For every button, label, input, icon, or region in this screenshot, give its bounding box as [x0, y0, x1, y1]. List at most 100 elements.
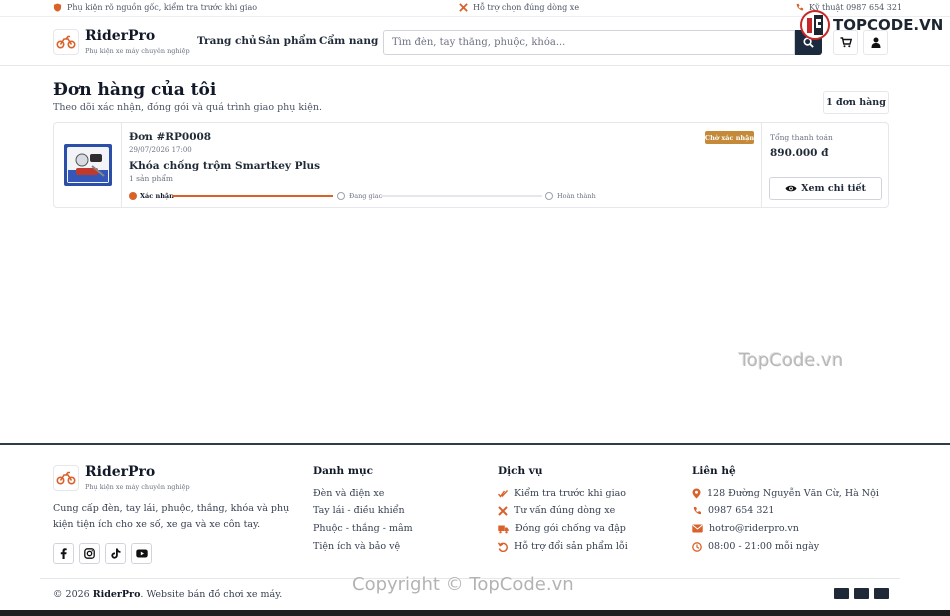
step-label-completed: Hoàn thành — [557, 192, 596, 200]
footer-motorbike-icon — [56, 471, 76, 485]
view-detail-button[interactable]: Xem chi tiết — [769, 177, 882, 200]
topbar-support-text: Hỗ trợ chọn đúng dòng xe — [473, 3, 580, 12]
cash-icon — [874, 588, 889, 599]
watermark-bottom: Copyright © TopCode.vn — [352, 574, 574, 595]
footer-category-link[interactable]: Tiện ích và bảo vệ — [313, 541, 400, 552]
envelope-icon — [692, 524, 703, 533]
footer-services-title: Dịch vụ — [498, 465, 543, 477]
eye-icon — [785, 185, 797, 192]
youtube-icon — [135, 549, 148, 558]
topbar-quality-text: Phụ kiện rõ nguồn gốc, kiểm tra trước kh… — [67, 3, 258, 12]
footer-brand-name: RiderPro — [85, 464, 156, 480]
motorbike-icon — [56, 35, 76, 49]
footer-contact-label: 0987 654 321 — [708, 505, 775, 516]
footer-categories-title: Danh mục — [313, 465, 373, 477]
step-line-pending — [381, 195, 542, 197]
footer-category-link[interactable]: Tay lái - điều khiển — [313, 505, 405, 516]
footer-contact-title: Liên hệ — [692, 465, 736, 477]
watermark-middle: TopCode.vn — [739, 350, 844, 371]
footer-category-link[interactable]: Đèn và điện xe — [313, 488, 384, 499]
footer-description: Cung cấp đèn, tay lái, phuộc, thắng, khó… — [53, 503, 290, 530]
footer-category-label: Đèn và điện xe — [313, 488, 385, 499]
topcode-logo-watermark: TOPCODE.VN — [800, 6, 950, 44]
footer-contact-phone[interactable]: 0987 654 321 — [692, 505, 774, 516]
copyright-suffix: . Website bán đồ chơi xe máy. — [140, 589, 283, 600]
topbar-quality: Phụ kiện rõ nguồn gốc, kiểm tra trước kh… — [53, 3, 257, 12]
step-label-shipping: Đang giao — [349, 192, 383, 200]
order-id: Đơn #RP0008 — [129, 131, 212, 143]
view-detail-label: Xem chi tiết — [801, 183, 866, 194]
page-subtitle: Theo dõi xác nhận, đóng gói và quá trình… — [53, 102, 322, 113]
footer-contact-label: 08:00 - 21:00 mỗi ngày — [708, 541, 820, 552]
footer-contact-hours: 08:00 - 21:00 mỗi ngày — [692, 541, 819, 552]
bottom-bar — [0, 610, 950, 616]
instagram-icon — [84, 548, 95, 559]
order-card: Đơn #RP0008 29/07/2026 17:00 Khóa chống … — [53, 122, 889, 208]
footer-logo-box[interactable] — [53, 465, 79, 491]
footer-contact-label: 128 Đường Nguyễn Văn Cừ, Hà Nội — [707, 488, 879, 499]
order-date: 29/07/2026 17:00 — [129, 146, 192, 154]
footer-service-item: Đóng gói chống va đập — [498, 523, 626, 534]
phone-icon — [693, 506, 701, 514]
step-dot-confirmed — [129, 192, 137, 200]
product-quantity: 1 sản phẩm — [129, 174, 174, 183]
order-count-badge: 1 đơn hàng — [823, 91, 889, 114]
tools-icon — [498, 505, 508, 516]
visa-icon — [834, 588, 849, 599]
footer-category-label: Tay lái - điều khiển — [313, 505, 405, 516]
page-title: Đơn hàng của tôi — [53, 80, 217, 100]
brand-tagline: Phụ kiện xe máy chuyên nghiệp — [85, 47, 190, 55]
nav-guide[interactable]: Cẩm nang — [319, 35, 378, 47]
brand-name[interactable]: RiderPro — [85, 28, 155, 44]
footer-service-label: Tư vấn đúng dòng xe — [514, 505, 616, 516]
tools-icon — [459, 3, 468, 12]
nav-home[interactable]: Trang chủ — [197, 35, 257, 47]
clock-icon — [692, 541, 702, 552]
nav-products[interactable]: Sản phẩm — [258, 35, 317, 47]
card-divider-right — [761, 123, 762, 207]
footer-contact-address: 128 Đường Nguyễn Văn Cừ, Hà Nội — [692, 488, 879, 499]
footer-contact-email[interactable]: hotro@riderpro.vn — [692, 523, 799, 534]
product-name[interactable]: Khóa chống trộm Smartkey Plus — [129, 160, 320, 172]
shield-icon — [53, 3, 62, 12]
step-dot-completed — [545, 192, 553, 200]
card-divider-left — [121, 123, 122, 207]
topcode-logo-text: TOPCODE.VN — [833, 16, 944, 34]
topbar-support: Hỗ trợ chọn đúng dòng xe — [459, 3, 579, 12]
facebook-button[interactable] — [53, 543, 74, 564]
product-thumbnail[interactable] — [62, 140, 114, 190]
footer-service-item: Tư vấn đúng dòng xe — [498, 505, 615, 516]
check-double-icon — [498, 489, 508, 498]
tiktok-button[interactable] — [105, 543, 126, 564]
product-image — [64, 144, 112, 186]
footer-service-label: Hỗ trợ đổi sản phẩm lỗi — [514, 541, 628, 552]
search-input[interactable] — [383, 30, 795, 55]
footer-service-item: Hỗ trợ đổi sản phẩm lỗi — [498, 541, 628, 552]
step-dot-shipping — [337, 192, 345, 200]
mastercard-icon — [854, 588, 869, 599]
footer-contact-label: hotro@riderpro.vn — [709, 523, 799, 534]
step-line-active — [172, 195, 333, 197]
step-label-confirmed: Xác nhận — [140, 192, 174, 200]
undo-icon — [498, 541, 508, 552]
footer-category-label: Phuộc - thắng - mâm — [313, 523, 413, 534]
footer-category-link[interactable]: Phuộc - thắng - mâm — [313, 523, 413, 534]
total-value: 890.000 đ — [770, 147, 829, 159]
truck-icon — [498, 525, 509, 533]
copyright-prefix: © 2026 — [53, 589, 93, 600]
instagram-button[interactable] — [79, 543, 100, 564]
topcode-logo-icon — [800, 10, 830, 40]
total-label: Tổng thanh toán — [770, 133, 833, 142]
tiktok-icon — [110, 548, 120, 559]
location-pin-icon — [692, 488, 701, 499]
copyright-brand: RiderPro — [92, 589, 141, 600]
youtube-button[interactable] — [131, 543, 152, 564]
footer-service-label: Kiểm tra trước khi giao — [514, 488, 627, 499]
logo-box[interactable] — [53, 29, 79, 55]
footer-category-label: Tiện ích và bảo vệ — [313, 541, 401, 552]
facebook-icon — [60, 548, 67, 559]
copyright-text: © 2026 RiderPro. Website bán đồ chơi xe … — [53, 589, 282, 600]
status-badge: Chờ xác nhận — [705, 131, 754, 144]
footer-service-label: Đóng gói chống va đập — [515, 523, 626, 534]
footer-brand-tagline: Phụ kiện xe máy chuyên nghiệp — [85, 483, 190, 491]
